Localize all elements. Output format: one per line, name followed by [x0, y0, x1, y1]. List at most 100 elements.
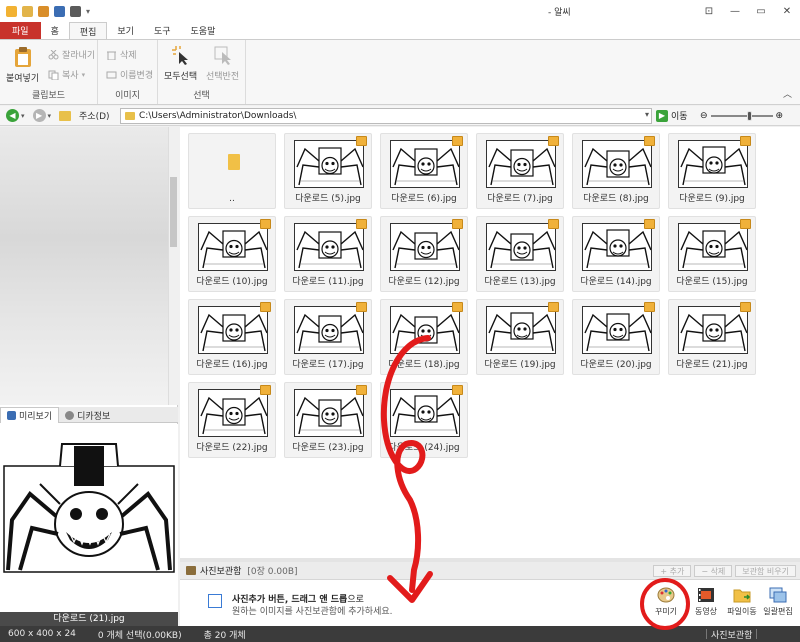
photo-storage-body[interactable]: 사진추가 버튼, 드래그 앤 드롭으로 원하는 이미지를 사진보관함에 추가하세… — [180, 580, 800, 626]
zoom-slider[interactable]: ⊖ ⊕ — [700, 110, 796, 122]
thumb-eye — [325, 245, 329, 249]
minimize-button[interactable]: — — [722, 0, 748, 22]
thumbnail-image — [390, 306, 460, 354]
image-thumbnail[interactable]: 다운로드 (5).jpg — [284, 133, 372, 209]
thumb-train-face — [513, 241, 531, 259]
go-label: 이동 — [671, 112, 688, 122]
preview-caption: 다운로드 (21).jpg — [0, 612, 178, 626]
image-thumbnail[interactable]: 다운로드 (17).jpg — [284, 299, 372, 375]
storage-clear-button[interactable]: 보관함 비우기 — [735, 565, 796, 577]
image-thumbnail[interactable]: 다운로드 (14).jpg — [572, 216, 660, 292]
forward-arrow-icon[interactable]: ▶ — [32, 109, 46, 122]
image-thumbnail[interactable]: 다운로드 (16).jpg — [188, 299, 276, 375]
image-thumbnail[interactable]: 다운로드 (6).jpg — [380, 133, 468, 209]
thumb-eye — [619, 327, 623, 332]
restore-layout-button[interactable]: ⊡ — [696, 0, 722, 22]
tab-help[interactable]: 도움말 — [181, 22, 226, 39]
new-folder-icon[interactable] — [38, 5, 49, 17]
decorate-button[interactable]: 꾸미기 — [646, 586, 686, 617]
storage-delete-button[interactable]: − 삭제 — [694, 565, 733, 577]
move-files-label: 파일이동 — [727, 607, 757, 616]
maximize-button[interactable]: ▭ — [748, 0, 774, 22]
thumb-eye — [523, 246, 527, 250]
image-thumbnail[interactable]: 다운로드 (10).jpg — [188, 216, 276, 292]
tree-scrollbar[interactable] — [168, 127, 178, 405]
spider-train-drawing — [488, 147, 555, 186]
open-folder-icon[interactable] — [22, 5, 33, 17]
thumb-eye — [613, 244, 617, 248]
zoom-in-icon[interactable]: ⊕ — [776, 111, 784, 121]
thumb-train-face — [417, 324, 435, 342]
address-dropdown-icon[interactable]: ▾ — [645, 110, 649, 119]
thumbnail-caption: 다운로드 (23).jpg — [292, 443, 364, 453]
image-thumbnail[interactable]: 다운로드 (23).jpg — [284, 382, 372, 458]
image-thumbnail[interactable]: 다운로드 (13).jpg — [476, 216, 564, 292]
thumbnail-caption: 다운로드 (11).jpg — [292, 277, 364, 287]
zoom-track[interactable] — [710, 111, 773, 121]
copy-button[interactable]: 복사 ▾ — [48, 68, 85, 81]
image-thumbnail[interactable]: 다운로드 (11).jpg — [284, 216, 372, 292]
window-title: - 알씨 — [548, 8, 571, 18]
jpg-badge-icon — [452, 302, 463, 312]
back-arrow-icon[interactable]: ◀ — [6, 109, 19, 122]
spider-train-drawing — [296, 230, 363, 269]
thumb-train-face — [225, 406, 243, 425]
paste-button[interactable]: 붙여넣기 — [6, 46, 39, 84]
image-thumbnail[interactable]: 다운로드 (12).jpg — [380, 216, 468, 292]
zoom-out-icon[interactable]: ⊖ — [700, 111, 708, 121]
back-dropdown-icon[interactable]: ▾ — [21, 112, 25, 120]
cut-button[interactable]: 잘라내기 — [48, 48, 95, 61]
select-group: 모두선택 선택반전 선택 — [158, 40, 246, 104]
tab-view[interactable]: 보기 — [107, 22, 144, 39]
spider-train-drawing — [584, 313, 651, 352]
invert-selection-button[interactable]: 선택반전 — [206, 44, 239, 82]
parent-folder-tile[interactable]: .. — [188, 133, 276, 209]
print-icon[interactable] — [70, 5, 81, 17]
image-thumbnail[interactable]: 다운로드 (20).jpg — [572, 299, 660, 375]
save-icon[interactable] — [54, 5, 65, 17]
storage-buttons: + 추가 − 삭제 보관함 비우기 — [653, 565, 796, 577]
jpg-badge-icon — [356, 136, 367, 146]
tab-preview[interactable]: 미리보기 — [0, 407, 60, 423]
status-storage-toggle[interactable]: 사진보관함 — [706, 626, 758, 642]
copy-dropdown-icon[interactable]: ▾ — [82, 71, 86, 79]
image-thumbnail[interactable]: 다운로드 (24).jpg — [380, 382, 468, 458]
image-thumbnail[interactable]: 다운로드 (9).jpg — [668, 133, 756, 209]
address-input[interactable]: C:\Users\Administrator\Downloads\ ▾ — [120, 108, 652, 124]
image-thumbnail[interactable]: 다운로드 (15).jpg — [668, 216, 756, 292]
folder-tree-blurred[interactable] — [0, 127, 168, 405]
storage-hint-line2: 원하는 이미지를 사진보관함에 추가하세요. — [232, 607, 393, 617]
forward-dropdown-icon[interactable]: ▾ — [48, 112, 52, 120]
thumb-train-face — [705, 323, 723, 341]
tab-home[interactable]: 홈 — [41, 22, 69, 39]
delete-button[interactable]: 삭제 — [106, 48, 137, 61]
thumbnail-image — [390, 223, 460, 271]
tab-edit[interactable]: 편집 — [68, 22, 108, 39]
ribbon-collapse-icon[interactable]: ︿ — [783, 87, 792, 100]
app-logo-icon[interactable] — [6, 5, 17, 17]
tab-tools[interactable]: 도구 — [144, 22, 181, 39]
thumbnail-caption: 다운로드 (16).jpg — [196, 360, 268, 370]
tab-camera-info[interactable]: 디카정보 — [59, 407, 116, 423]
image-thumbnail[interactable]: 다운로드 (8).jpg — [572, 133, 660, 209]
storage-add-button[interactable]: + 추가 — [653, 565, 692, 577]
image-thumbnail[interactable]: 다운로드 (22).jpg — [188, 382, 276, 458]
image-thumbnail[interactable]: 다운로드 (19).jpg — [476, 299, 564, 375]
tab-file[interactable]: 파일 — [0, 22, 41, 39]
move-files-button[interactable]: 파일이동 — [722, 586, 762, 617]
go-button[interactable]: ▶ 이동 — [656, 109, 688, 122]
video-button[interactable]: 동영상 — [686, 586, 726, 617]
tree-scroll-thumb[interactable] — [170, 177, 177, 247]
select-all-button[interactable]: 모두선택 — [164, 44, 197, 82]
qat-dropdown-icon[interactable]: ▾ — [86, 7, 90, 16]
rename-button[interactable]: 이름변경 — [106, 68, 153, 81]
image-thumbnail[interactable]: 다운로드 (7).jpg — [476, 133, 564, 209]
zoom-thumb[interactable] — [746, 111, 752, 121]
image-thumbnail[interactable]: 다운로드 (18).jpg — [380, 299, 468, 375]
batch-edit-button[interactable]: 일괄편집 — [758, 586, 798, 617]
address-bar: ◀ ▾ ▶ ▾ 주소(D) C:\Users\Administrator\Dow… — [0, 106, 800, 126]
image-thumbnail[interactable]: 다운로드 (21).jpg — [668, 299, 756, 375]
parent-folder-icon[interactable] — [59, 110, 72, 121]
close-button[interactable]: ✕ — [774, 0, 800, 22]
thumb-eye — [619, 244, 623, 248]
